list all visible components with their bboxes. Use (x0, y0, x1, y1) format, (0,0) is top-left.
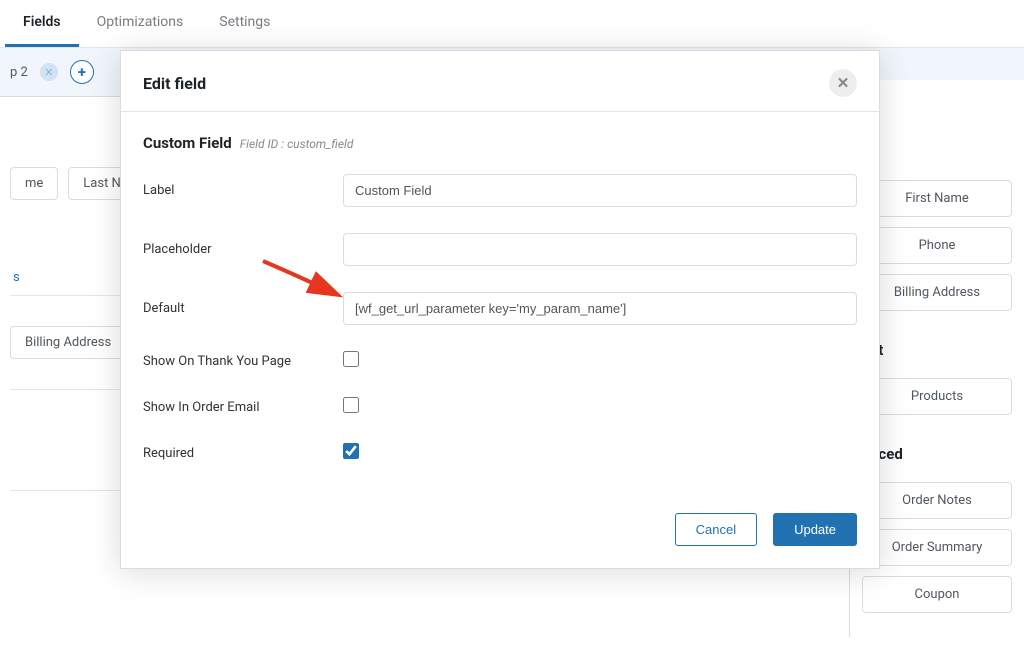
step-add-button[interactable]: + (70, 60, 94, 84)
close-icon[interactable]: ✕ (829, 69, 857, 97)
right-pill-coupon[interactable]: Coupon (862, 576, 1012, 613)
row-show-email: Show In Order Email (143, 397, 857, 417)
right-pill-order-notes[interactable]: Order Notes (862, 482, 1012, 519)
right-section-product: uct (862, 341, 1012, 364)
row-show-thank-you: Show On Thank You Page (143, 351, 857, 371)
show-email-checkbox[interactable] (343, 397, 359, 413)
cancel-button[interactable]: Cancel (675, 513, 757, 546)
modal-title: Edit field (143, 74, 206, 93)
tab-fields[interactable]: Fields (5, 0, 79, 47)
tab-settings[interactable]: Settings (201, 0, 288, 47)
right-section-advanced: anced (862, 445, 1012, 468)
show-thank-you-checkbox[interactable] (343, 351, 359, 367)
step-label: p 2 (10, 65, 28, 80)
bg-billing-address[interactable]: Billing Address (10, 326, 126, 359)
row-label: Label (143, 174, 857, 207)
field-heading: Custom Field Field ID : custom_field (143, 134, 857, 152)
edit-field-modal: Edit field ✕ Custom Field Field ID : cus… (120, 50, 880, 569)
label-show-email: Show In Order Email (143, 400, 343, 415)
right-pill-first-name[interactable]: First Name (862, 180, 1012, 217)
right-panel-title: ds (862, 94, 1012, 113)
modal-header: Edit field ✕ (121, 51, 879, 112)
label-default: Default (143, 301, 343, 316)
right-section-basic: c (862, 143, 1012, 166)
field-id-label: Field ID : custom_field (240, 137, 354, 151)
tab-optimizations[interactable]: Optimizations (79, 0, 202, 47)
bg-pill-me[interactable]: me (10, 167, 58, 200)
update-button[interactable]: Update (773, 513, 857, 546)
field-name: Custom Field (143, 134, 232, 152)
right-pill-phone[interactable]: Phone (862, 227, 1012, 264)
step-remove-icon[interactable]: ✕ (40, 63, 58, 81)
main-tabs: Fields Optimizations Settings (0, 0, 1024, 48)
right-pill-order-summary[interactable]: Order Summary (862, 529, 1012, 566)
label-show-thank-you: Show On Thank You Page (143, 354, 343, 369)
right-pill-billing-address[interactable]: Billing Address (862, 274, 1012, 311)
label-required: Required (143, 446, 343, 461)
right-pill-products[interactable]: Products (862, 378, 1012, 415)
row-required: Required (143, 443, 857, 463)
label-placeholder: Placeholder (143, 242, 343, 257)
row-default: Default (143, 292, 857, 325)
row-placeholder: Placeholder (143, 233, 857, 266)
label-label: Label (143, 183, 343, 198)
modal-footer: Cancel Update (121, 499, 879, 568)
modal-body: Custom Field Field ID : custom_field Lab… (121, 112, 879, 499)
default-input[interactable] (343, 292, 857, 325)
required-checkbox[interactable] (343, 443, 359, 459)
placeholder-input[interactable] (343, 233, 857, 266)
label-input[interactable] (343, 174, 857, 207)
